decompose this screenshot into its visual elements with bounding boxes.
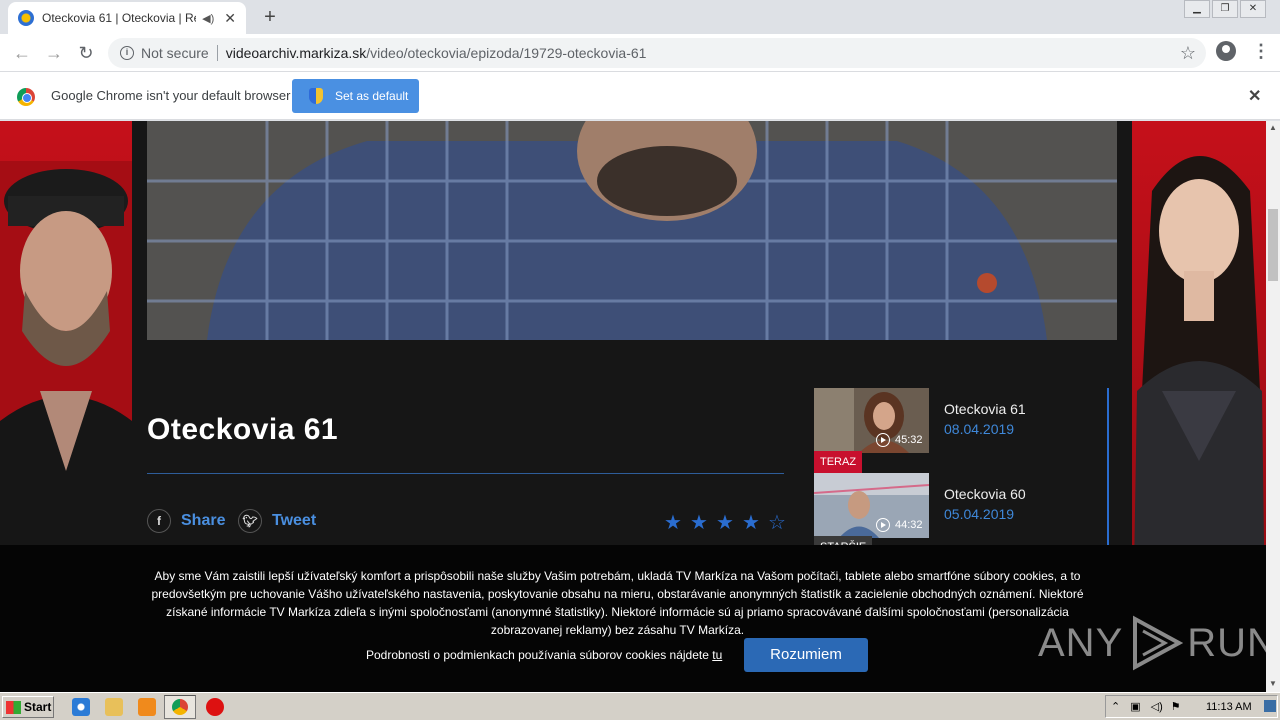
stop-icon[interactable] — [206, 698, 224, 716]
markiza-favicon-icon — [18, 10, 34, 26]
cookie-details-link[interactable]: tu — [712, 648, 722, 662]
web-page: Oteckovia 61 f Share 🐦︎ Tweet ★ ★ ★ ★ ☆ TERA… — [0, 121, 1266, 692]
duration: 44:32 — [876, 518, 923, 532]
cookie-more-info: Podrobnosti o podmienkach používania súb… — [366, 648, 722, 662]
scroll-down-arrow-icon[interactable]: ▼ — [1269, 679, 1277, 688]
chrome-taskbar-icon — [172, 699, 188, 715]
window-controls: ▁ ❐ ✕ — [1182, 0, 1266, 18]
start-button[interactable]: Start — [2, 696, 54, 718]
default-browser-infobar: Google Chrome isn't your default browser — [0, 72, 1280, 120]
address-bar[interactable]: i Not secure videoarchiv.markiza.sk/vide… — [108, 38, 1206, 68]
separator — [216, 45, 218, 61]
play-icon — [876, 433, 890, 447]
new-tab-button[interactable]: + — [258, 5, 282, 29]
watermark-right: RUN — [1187, 620, 1266, 665]
rating-stars[interactable]: ★ ★ ★ ★ ☆ — [660, 510, 790, 535]
folder-icon[interactable] — [105, 698, 123, 716]
menu-dots-icon[interactable]: ⋮ — [1252, 41, 1270, 62]
set-as-default-label: Set as default — [335, 89, 409, 103]
speaker-icon[interactable]: ◀) — [202, 12, 214, 25]
url-path[interactable]: /video/oteckovia/epizoda/19729-oteckovia… — [366, 45, 646, 61]
episode-title: Oteckovia 61 — [147, 413, 339, 446]
forward-arrow-icon[interactable]: → — [42, 41, 66, 65]
tab-active[interactable]: Oteckovia 61 | Oteckovia | Relácie ◀) ✕ — [8, 2, 246, 34]
video-player-frame[interactable] — [147, 121, 1117, 340]
cookie-banner: Aby sme Vám zaistili lepší užívateľský k… — [0, 545, 1266, 692]
security-label[interactable]: Not secure — [141, 45, 209, 61]
restore-button[interactable]: ❐ — [1212, 0, 1238, 18]
account-icon[interactable] — [1216, 41, 1236, 61]
flag-icon[interactable]: ⚑ — [1171, 700, 1181, 713]
episode-date: 05.04.2019 — [944, 506, 1015, 522]
start-label: Start — [24, 700, 52, 714]
bookmark-star-icon[interactable]: ☆ — [1180, 43, 1196, 64]
media-player-icon[interactable] — [138, 698, 156, 716]
taskbar-chrome-button[interactable] — [164, 695, 196, 719]
page-scrollbar[interactable]: ▲ ▼ — [1266, 121, 1280, 692]
tab-title: Oteckovia 61 | Oteckovia | Relácie — [42, 11, 196, 25]
episode-date: 08.04.2019 — [944, 421, 1015, 437]
duration-text: 44:32 — [895, 519, 923, 531]
infobar-message: Google Chrome isn't your default browser — [51, 88, 291, 103]
star-filled-icon[interactable]: ★ — [686, 510, 712, 535]
status-badge: TERAZ — [814, 451, 863, 473]
internet-explorer-icon[interactable] — [72, 698, 90, 716]
windows-taskbar: Start ⌃ ▣ ◁) ⚑ 11:13 AM — [0, 692, 1280, 720]
watermark-left: ANY — [1038, 620, 1124, 665]
anyrun-watermark: ANY RUN — [1038, 615, 1266, 671]
reload-icon[interactable]: ↻ — [74, 41, 98, 65]
browser-toolbar: ← → ↻ i Not secure videoarchiv.markiza.s… — [0, 34, 1280, 72]
info-icon[interactable]: i — [120, 46, 134, 60]
network-icon[interactable]: ▣ — [1130, 700, 1140, 713]
scrollbar-thumb[interactable] — [1268, 209, 1278, 281]
tab-strip: Oteckovia 61 | Oteckovia | Relácie ◀) ✕ … — [0, 0, 1280, 34]
minimize-button[interactable]: ▁ — [1184, 0, 1210, 18]
show-desktop-icon[interactable] — [1264, 700, 1276, 712]
share-label: Share — [181, 512, 226, 529]
star-filled-icon[interactable]: ★ — [712, 510, 738, 535]
duration-text: 45:32 — [895, 434, 923, 446]
tweet-button[interactable]: 🐦︎ Tweet — [238, 509, 316, 533]
episode-name[interactable]: Oteckovia 60 — [944, 486, 1026, 502]
duration: 45:32 — [876, 433, 923, 447]
tray-expand-icon[interactable]: ⌃ — [1111, 700, 1120, 713]
facebook-icon: f — [147, 509, 171, 533]
accept-cookies-button[interactable]: Rozumiem — [744, 638, 868, 672]
list-item[interactable]: TERAZ 45:32 Oteckovia 61 08.04.2019 — [814, 388, 1110, 473]
windows-logo-icon — [6, 700, 21, 714]
scroll-up-arrow-icon[interactable]: ▲ — [1269, 123, 1277, 132]
set-as-default-button[interactable]: Set as default — [292, 79, 419, 113]
title-divider — [147, 473, 784, 474]
cookie-more-text: Podrobnosti o podmienkach používania súb… — [366, 648, 709, 662]
infobar-close-icon[interactable]: ✕ — [1248, 86, 1261, 106]
star-filled-icon[interactable]: ★ — [660, 510, 686, 535]
anyrun-play-logo-icon — [1133, 615, 1184, 671]
shield-icon — [309, 88, 323, 104]
close-window-button[interactable]: ✕ — [1240, 0, 1266, 18]
episode-name[interactable]: Oteckovia 61 — [944, 401, 1026, 417]
play-icon — [876, 518, 890, 532]
star-filled-icon[interactable]: ★ — [738, 510, 764, 535]
back-arrow-icon[interactable]: ← — [10, 41, 34, 65]
star-empty-icon[interactable]: ☆ — [764, 510, 790, 535]
clock[interactable]: 11:13 AM — [1206, 701, 1252, 713]
cookie-text: Aby sme Vám zaistili lepší užívateľský k… — [151, 569, 1084, 637]
tweet-label: Tweet — [272, 512, 317, 529]
volume-icon[interactable]: ◁) — [1151, 700, 1163, 713]
url-host[interactable]: videoarchiv.markiza.sk — [226, 45, 367, 61]
twitter-icon: 🐦︎ — [238, 509, 262, 533]
system-tray: ⌃ ▣ ◁) ⚑ 11:13 AM — [1105, 695, 1278, 718]
chrome-logo-icon — [17, 88, 35, 106]
episode-list: TERAZ 45:32 Oteckovia 61 08.04.2019 STAR… — [814, 388, 1110, 558]
share-facebook-button[interactable]: f Share — [147, 509, 225, 533]
tab-close-icon[interactable]: ✕ — [224, 10, 236, 27]
